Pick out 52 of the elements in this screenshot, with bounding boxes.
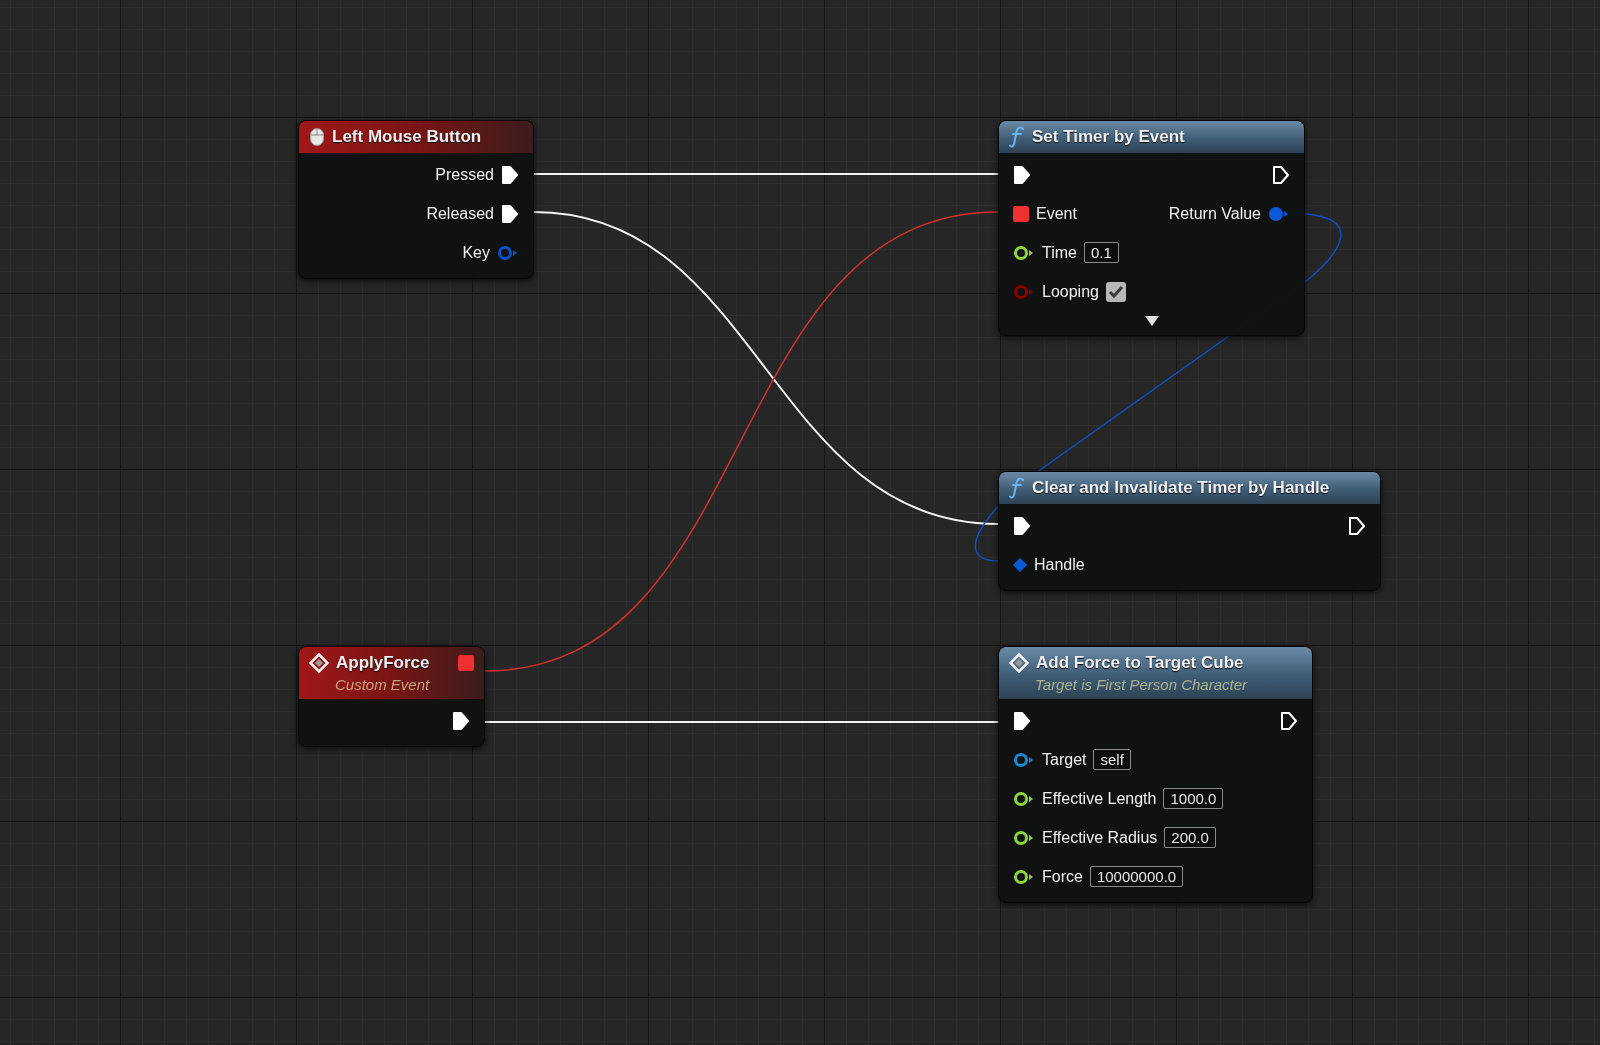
function-node[interactable]: Clear and Invalidate Timer by Handle Handle xyxy=(998,471,1381,591)
pin-label: Key xyxy=(462,243,490,262)
pin-label: Effective Radius xyxy=(1042,828,1158,847)
exec-pin[interactable] xyxy=(1280,710,1298,731)
pin-label: Force xyxy=(1042,867,1083,886)
pin-label: Looping xyxy=(1042,282,1099,301)
expand-arrow-icon[interactable] xyxy=(1143,315,1160,327)
pin-label: Event xyxy=(1036,204,1077,223)
pin-label: Released xyxy=(426,204,494,223)
struct-pin[interactable] xyxy=(1013,557,1027,572)
node-subtitle: Custom Event xyxy=(334,675,431,695)
node-subtitle: Target is First Person Character xyxy=(1034,675,1249,695)
delegate-pin[interactable] xyxy=(1013,205,1029,222)
pin-label: Target xyxy=(1042,750,1087,769)
event-node[interactable]: Left Mouse Button Pressed Released Key xyxy=(298,120,534,279)
node-title: Clear and Invalidate Timer by Handle xyxy=(1032,478,1330,498)
node-title: Add Force to Target Cube xyxy=(1036,653,1244,673)
value-field[interactable]: 10000000.0 xyxy=(1089,866,1184,887)
node-title: ApplyForce xyxy=(336,653,430,673)
pin-label: Handle xyxy=(1034,555,1085,574)
exec-pin[interactable] xyxy=(501,203,519,224)
data-pin[interactable] xyxy=(1013,751,1035,768)
function-node[interactable]: Set Timer by Event Event Return Value Time 0.1 Looping xyxy=(998,120,1305,336)
pin-label: Return Value xyxy=(1168,204,1261,223)
exec-pin[interactable] xyxy=(1348,515,1366,536)
exec-pin[interactable] xyxy=(452,710,470,731)
data-pin[interactable] xyxy=(1013,829,1035,846)
data-pin[interactable] xyxy=(1013,868,1035,885)
value-field[interactable]: 200.0 xyxy=(1164,827,1216,848)
value-field[interactable]: 1000.0 xyxy=(1163,788,1224,809)
pin-label: Effective Length xyxy=(1042,789,1157,808)
checkbox[interactable] xyxy=(1105,281,1126,302)
exec-pin[interactable] xyxy=(501,164,519,185)
event-icon xyxy=(1009,653,1029,673)
exec-pin[interactable] xyxy=(1013,515,1031,536)
exec-pin[interactable] xyxy=(1013,164,1031,185)
event-node[interactable]: Add Force to Target Cube Target is First Person Character Target self Effective Length 1000.0 Effective Radius 200.0 Force 10000000.0 xyxy=(998,646,1313,903)
value-field[interactable]: 0.1 xyxy=(1083,242,1119,263)
pin-label: Time xyxy=(1042,243,1077,262)
data-pin[interactable] xyxy=(1013,790,1035,807)
function-icon xyxy=(1009,126,1025,148)
node-title: Set Timer by Event xyxy=(1032,127,1185,147)
node-title: Left Mouse Button xyxy=(332,127,482,147)
event-icon xyxy=(309,653,329,673)
exec-pin[interactable] xyxy=(1272,164,1290,185)
event-node[interactable]: ApplyForce Custom Event xyxy=(298,646,485,747)
value-field[interactable]: self xyxy=(1093,749,1131,770)
function-icon xyxy=(1009,477,1025,499)
exec-pin[interactable] xyxy=(1013,710,1031,731)
mouse-icon xyxy=(309,127,325,147)
data-pin[interactable] xyxy=(1013,244,1035,261)
pin-label: Pressed xyxy=(435,165,494,184)
